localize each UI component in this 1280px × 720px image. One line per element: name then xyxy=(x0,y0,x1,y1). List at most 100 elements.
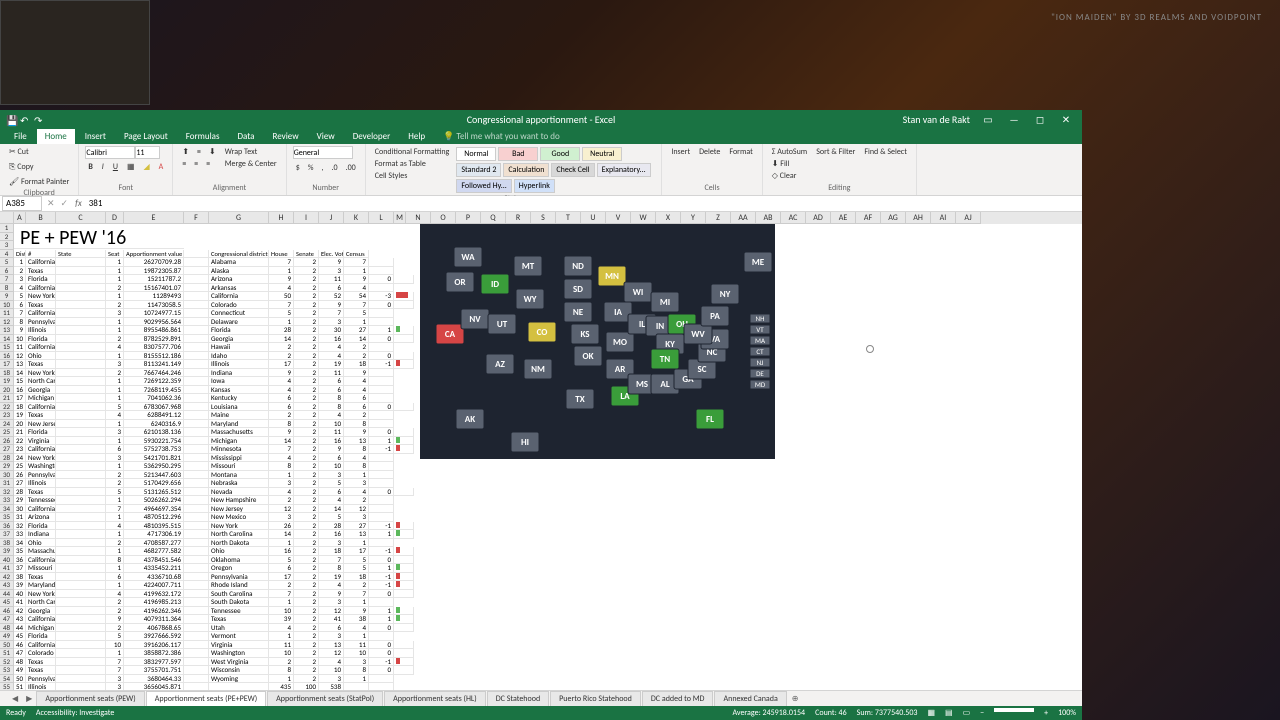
cell[interactable] xyxy=(344,683,369,690)
cell[interactable]: Virginia xyxy=(26,437,56,446)
cell[interactable] xyxy=(369,539,394,548)
align-bot-button[interactable]: ⬇ xyxy=(206,146,219,158)
menu-review[interactable]: Review xyxy=(264,129,306,144)
cell[interactable]: 10 xyxy=(344,649,369,658)
cell[interactable]: 2 xyxy=(294,615,319,624)
cell[interactable] xyxy=(369,411,394,420)
cell[interactable]: 2 xyxy=(106,471,124,480)
cell[interactable]: North Carolina xyxy=(26,598,56,607)
cell[interactable]: 2 xyxy=(294,556,319,565)
cell[interactable]: 0 xyxy=(369,352,394,361)
cell[interactable] xyxy=(369,683,394,690)
cell[interactable]: 3680464.33 xyxy=(124,675,184,684)
sheet-tab[interactable]: DC Statehood xyxy=(487,691,549,707)
cell[interactable]: Illinois xyxy=(209,360,269,369)
cell[interactable]: Nevada xyxy=(209,488,269,497)
col-header[interactable]: R xyxy=(506,212,531,224)
cell[interactable]: 2 xyxy=(294,471,319,480)
header-cell[interactable]: Census xyxy=(344,250,369,259)
undo-icon[interactable]: ↶ xyxy=(20,114,30,124)
cell[interactable]: 5 xyxy=(319,479,344,488)
cell[interactable]: Colorado xyxy=(26,649,56,658)
cell[interactable]: 2 xyxy=(294,513,319,522)
cell[interactable]: 2 xyxy=(294,581,319,590)
cell[interactable]: 1 xyxy=(106,581,124,590)
tell-me-input[interactable]: 💡 Tell me what you want to do xyxy=(435,129,568,144)
cell[interactable]: 1 xyxy=(106,258,124,267)
cell[interactable]: 16 xyxy=(319,530,344,539)
view-break-icon[interactable]: ▭ xyxy=(963,708,971,718)
cell[interactable]: 7 xyxy=(106,658,124,667)
cell[interactable]: 50 xyxy=(14,675,26,684)
cell[interactable]: California xyxy=(26,284,56,293)
cell[interactable] xyxy=(56,683,106,690)
cell[interactable]: 27 xyxy=(344,326,369,335)
cell[interactable]: 1 xyxy=(369,530,394,539)
cell[interactable]: -1 xyxy=(369,547,394,556)
cell[interactable]: 26 xyxy=(269,522,294,531)
cell[interactable]: 9 xyxy=(319,590,344,599)
cell[interactable]: 2 xyxy=(294,607,319,616)
bold-button[interactable]: B xyxy=(85,161,95,173)
cell[interactable]: 3656045.871 xyxy=(124,683,184,690)
cell[interactable]: 2 xyxy=(294,267,319,276)
cell[interactable]: -1 xyxy=(369,573,394,582)
style-bad[interactable]: Bad xyxy=(498,147,538,161)
col-header[interactable]: AD xyxy=(806,212,831,224)
align-top-button[interactable]: ⬆ xyxy=(179,146,192,158)
cell[interactable]: 10 xyxy=(319,462,344,471)
ribbon-opts-icon[interactable]: ▭ xyxy=(980,112,996,126)
cell[interactable]: 4708587.277 xyxy=(124,539,184,548)
cell[interactable]: 7 xyxy=(269,590,294,599)
cell[interactable]: Pennsylvania xyxy=(26,675,56,684)
sheet-tab[interactable]: Apportionment seats (PEW) xyxy=(36,691,144,707)
cell[interactable] xyxy=(56,658,106,667)
col-header[interactable]: N xyxy=(406,212,431,224)
cell[interactable]: 4196262.346 xyxy=(124,607,184,616)
cell[interactable]: 2 xyxy=(269,658,294,667)
cell[interactable]: 7268119.455 xyxy=(124,386,184,395)
cell[interactable]: 7269122.359 xyxy=(124,377,184,386)
close-button[interactable]: ✕ xyxy=(1058,112,1074,126)
font-name-select[interactable] xyxy=(85,146,135,159)
cell[interactable]: New Jersey xyxy=(209,505,269,514)
cell[interactable]: 3 xyxy=(269,513,294,522)
status-accessibility[interactable]: Accessibility: Investigate xyxy=(36,708,114,718)
cell[interactable]: Florida xyxy=(26,275,56,284)
cell[interactable] xyxy=(369,496,394,505)
col-header[interactable]: AF xyxy=(856,212,881,224)
cell[interactable]: 54 xyxy=(344,292,369,301)
cell[interactable]: 1 xyxy=(369,326,394,335)
autosum-button[interactable]: Σ AutoSum xyxy=(769,146,810,158)
cell[interactable]: 19872305.87 xyxy=(124,267,184,276)
cell[interactable] xyxy=(56,641,106,650)
cell[interactable]: New York xyxy=(26,369,56,378)
cell[interactable]: 28 xyxy=(319,522,344,531)
cell[interactable]: 32 xyxy=(14,522,26,531)
cell[interactable]: 1 xyxy=(106,513,124,522)
cell[interactable]: 13 xyxy=(344,530,369,539)
header-cell[interactable]: State xyxy=(56,250,106,259)
col-header[interactable]: J xyxy=(319,212,344,224)
cell[interactable]: Texas xyxy=(26,488,56,497)
cell[interactable]: 0 xyxy=(369,335,394,344)
cell[interactable]: Pennsylvania xyxy=(209,573,269,582)
header-cell[interactable]: Apportionment value xyxy=(124,250,184,259)
cell[interactable] xyxy=(369,343,394,352)
cell[interactable]: 8782529.891 xyxy=(124,335,184,344)
cell[interactable]: 0 xyxy=(369,275,394,284)
cell[interactable]: New York xyxy=(26,292,56,301)
comma-button[interactable]: , xyxy=(318,162,326,174)
cell[interactable] xyxy=(369,420,394,429)
cell[interactable] xyxy=(56,411,106,420)
style-normal[interactable]: Normal xyxy=(456,147,496,161)
cell[interactable]: 18 xyxy=(344,360,369,369)
cell[interactable]: Texas xyxy=(26,666,56,675)
cell[interactable]: -1 xyxy=(369,360,394,369)
cell[interactable]: Michigan xyxy=(26,394,56,403)
find-select-button[interactable]: Find & Select xyxy=(861,146,910,158)
cell[interactable]: 1 xyxy=(269,318,294,327)
cell[interactable]: 9029956.564 xyxy=(124,318,184,327)
cell[interactable]: 3858872.386 xyxy=(124,649,184,658)
cell[interactable]: 4199632.172 xyxy=(124,590,184,599)
